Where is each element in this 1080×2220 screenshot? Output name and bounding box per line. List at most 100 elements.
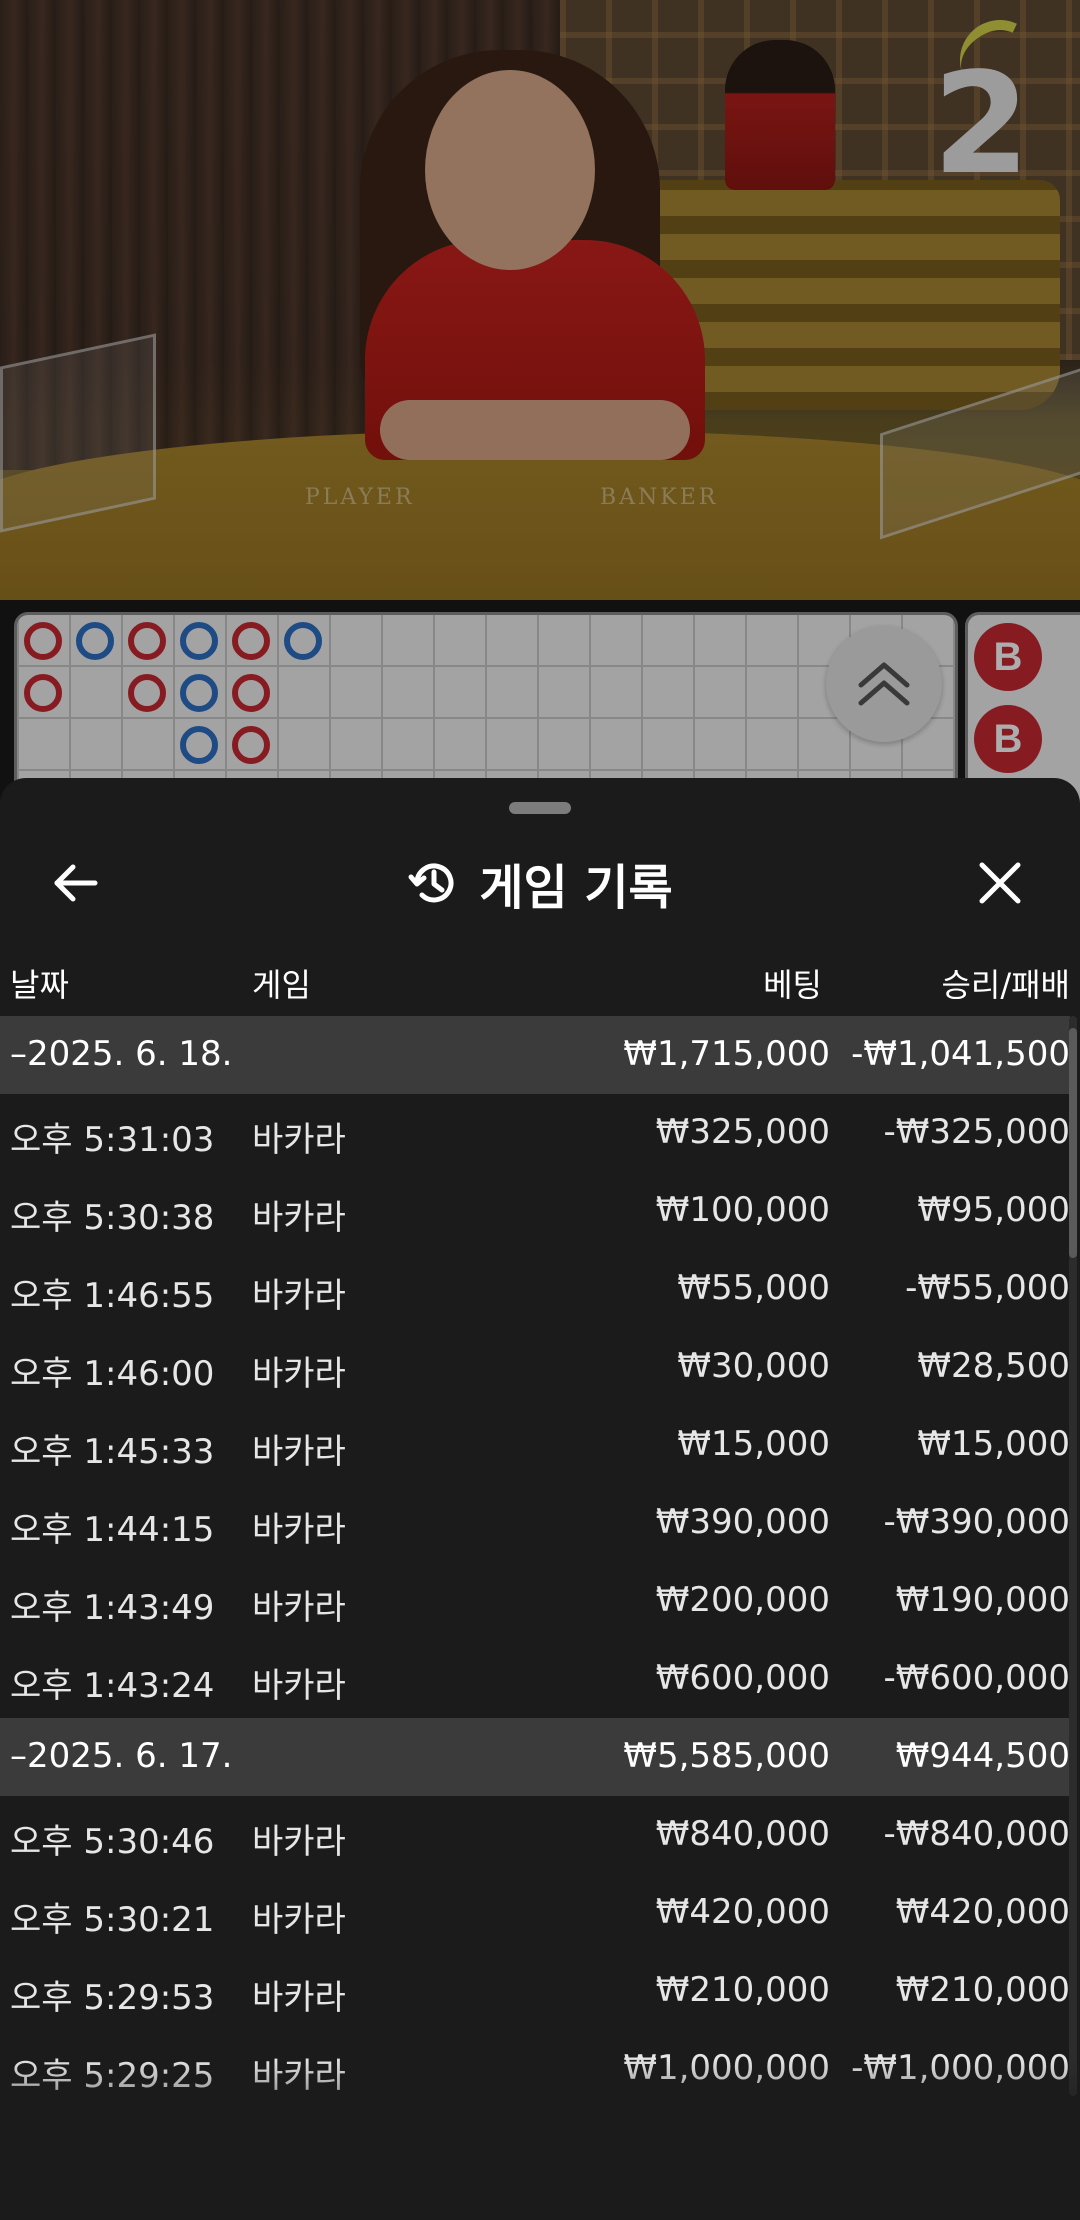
history-row[interactable]: 오후 1:46:00 바카라 ₩30,000 ₩28,500	[0, 1328, 1070, 1406]
row-game: 바카라	[252, 1822, 346, 1862]
row-result: -₩325,000	[883, 1112, 1071, 1152]
group-total-bet: ₩5,585,000	[623, 1736, 830, 1776]
back-button[interactable]	[40, 848, 110, 918]
bead-road-mark-banker: B	[974, 623, 1042, 691]
group-total-result: ₩944,500	[895, 1736, 1070, 1776]
group-total-result: -₩1,041,500	[851, 1034, 1070, 1074]
row-bet: ₩100,000	[655, 1190, 830, 1230]
row-game: 바카라	[252, 1978, 346, 2018]
history-row[interactable]: 오후 5:30:38 바카라 ₩100,000 ₩95,000	[0, 1172, 1070, 1250]
row-bet: ₩420,000	[655, 1892, 830, 1932]
row-time: 오후 1:43:49	[10, 1588, 215, 1628]
history-scrollbar[interactable]	[1069, 1016, 1077, 2096]
row-bet: ₩600,000	[655, 1658, 830, 1698]
table-label-banker: BANKER	[600, 485, 719, 510]
row-result: ₩15,000	[917, 1424, 1070, 1464]
game-history-sheet: 게임 기록 날짜 게임 베팅 승리/패배 –2025. 6. 18. ₩1,715…	[0, 778, 1080, 2220]
row-time: 오후 5:30:21	[10, 1900, 215, 1940]
row-time: 오후 5:29:25	[10, 2056, 215, 2096]
row-time: 오후 1:45:33	[10, 1432, 215, 1472]
big-road-mark-red	[232, 622, 270, 660]
history-icon	[408, 863, 454, 903]
row-result: ₩95,000	[917, 1190, 1070, 1230]
history-row[interactable]: 오후 1:45:33 바카라 ₩15,000 ₩15,000	[0, 1406, 1070, 1484]
row-bet: ₩325,000	[655, 1112, 830, 1152]
row-bet: ₩210,000	[655, 1970, 830, 2010]
history-list[interactable]: –2025. 6. 18. ₩1,715,000 -₩1,041,500 오후 5:3…	[0, 1016, 1070, 2220]
row-time: 오후 5:29:53	[10, 1978, 215, 2018]
row-result: -₩390,000	[883, 1502, 1071, 1542]
close-icon	[979, 862, 1021, 904]
row-time: 오후 1:44:15	[10, 1510, 215, 1550]
row-game: 바카라	[252, 1900, 346, 1940]
group-date: –2025. 6. 18.	[10, 1034, 233, 1074]
row-result: ₩190,000	[895, 1580, 1070, 1620]
big-road-mark-red	[24, 674, 62, 712]
history-row[interactable]: 오후 1:44:15 바카라 ₩390,000 -₩390,000	[0, 1484, 1070, 1562]
card-shoe	[0, 333, 156, 533]
app-root: PLAYER BANKER 2 BB 게임 기록 날짜 게임 베팅 승리/패배 …	[0, 0, 1080, 2220]
row-time: 오후 1:46:55	[10, 1276, 215, 1316]
scrollbar-thumb[interactable]	[1069, 1028, 1077, 1258]
group-total-bet: ₩1,715,000	[623, 1034, 830, 1074]
history-row[interactable]: 오후 5:31:03 바카라 ₩325,000 -₩325,000	[0, 1094, 1070, 1172]
column-header-row: 날짜 게임 베팅 승리/패배	[0, 946, 1080, 1016]
row-bet: ₩840,000	[655, 1814, 830, 1854]
row-bet: ₩30,000	[677, 1346, 830, 1386]
dealer-arms	[380, 400, 690, 460]
row-time: 오후 5:30:46	[10, 1822, 215, 1862]
big-road-mark-blue	[180, 622, 218, 660]
row-result: ₩420,000	[895, 1892, 1070, 1932]
big-road-mark-red	[128, 622, 166, 660]
history-row[interactable]: 오후 5:30:46 바카라 ₩840,000 -₩840,000	[0, 1796, 1070, 1874]
close-button[interactable]	[965, 848, 1035, 918]
big-road-mark-blue	[284, 622, 322, 660]
row-bet: ₩15,000	[677, 1424, 830, 1464]
date-group-row[interactable]: –2025. 6. 18. ₩1,715,000 -₩1,041,500	[0, 1016, 1070, 1094]
history-row[interactable]: 오후 1:43:49 바카라 ₩200,000 ₩190,000	[0, 1562, 1070, 1640]
sheet-title: 게임 기록	[479, 860, 673, 916]
row-time: 오후 5:30:38	[10, 1198, 215, 1238]
row-bet: ₩200,000	[655, 1580, 830, 1620]
arrow-left-icon	[54, 864, 98, 902]
row-result: -₩840,000	[883, 1814, 1071, 1854]
column-header-date: 날짜	[10, 966, 69, 1004]
row-result: -₩55,000	[905, 1268, 1070, 1308]
row-game: 바카라	[252, 1354, 346, 1394]
history-row[interactable]: 오후 5:30:21 바카라 ₩420,000 ₩420,000	[0, 1874, 1070, 1952]
big-road-mark-blue	[180, 674, 218, 712]
row-game: 바카라	[252, 1588, 346, 1628]
row-game: 바카라	[252, 1510, 346, 1550]
row-game: 바카라	[252, 1120, 346, 1160]
row-bet: ₩390,000	[655, 1502, 830, 1542]
row-time: 오후 5:31:03	[10, 1120, 215, 1160]
row-result: ₩28,500	[917, 1346, 1070, 1386]
row-bet: ₩1,000,000	[623, 2048, 830, 2088]
history-row[interactable]: 오후 5:29:25 바카라 ₩1,000,000 -₩1,000,000	[0, 2030, 1070, 2108]
row-game: 바카라	[252, 1198, 346, 1238]
big-road-mark-red	[128, 674, 166, 712]
row-result: -₩1,000,000	[851, 2048, 1070, 2088]
big-road-mark-red	[24, 622, 62, 660]
bead-road-mark-banker: B	[974, 705, 1042, 773]
history-row[interactable]: 오후 5:29:53 바카라 ₩210,000 ₩210,000	[0, 1952, 1070, 2030]
row-time: 오후 1:46:00	[10, 1354, 215, 1394]
history-row[interactable]: 오후 1:43:24 바카라 ₩600,000 -₩600,000	[0, 1640, 1070, 1718]
history-row[interactable]: 오후 1:46:55 바카라 ₩55,000 -₩55,000	[0, 1250, 1070, 1328]
expand-scoreboard-button[interactable]	[826, 626, 942, 742]
row-game: 바카라	[252, 2056, 346, 2096]
sheet-drag-handle[interactable]	[509, 802, 571, 814]
date-group-row[interactable]: –2025. 6. 17. ₩5,585,000 ₩944,500	[0, 1718, 1070, 1796]
column-header-result: 승리/패배	[941, 966, 1070, 1004]
round-number: 2	[932, 43, 1030, 206]
row-result: ₩210,000	[895, 1970, 1070, 2010]
big-road-mark-red	[232, 674, 270, 712]
row-game: 바카라	[252, 1666, 346, 1706]
live-video: PLAYER BANKER 2	[0, 0, 1080, 600]
row-result: -₩600,000	[883, 1658, 1071, 1698]
double-chevron-up-icon	[858, 662, 910, 706]
column-header-bet: 베팅	[763, 966, 822, 1004]
row-time: 오후 1:43:24	[10, 1666, 215, 1706]
column-header-game: 게임	[252, 966, 311, 1004]
table-label-player: PLAYER	[305, 485, 415, 510]
